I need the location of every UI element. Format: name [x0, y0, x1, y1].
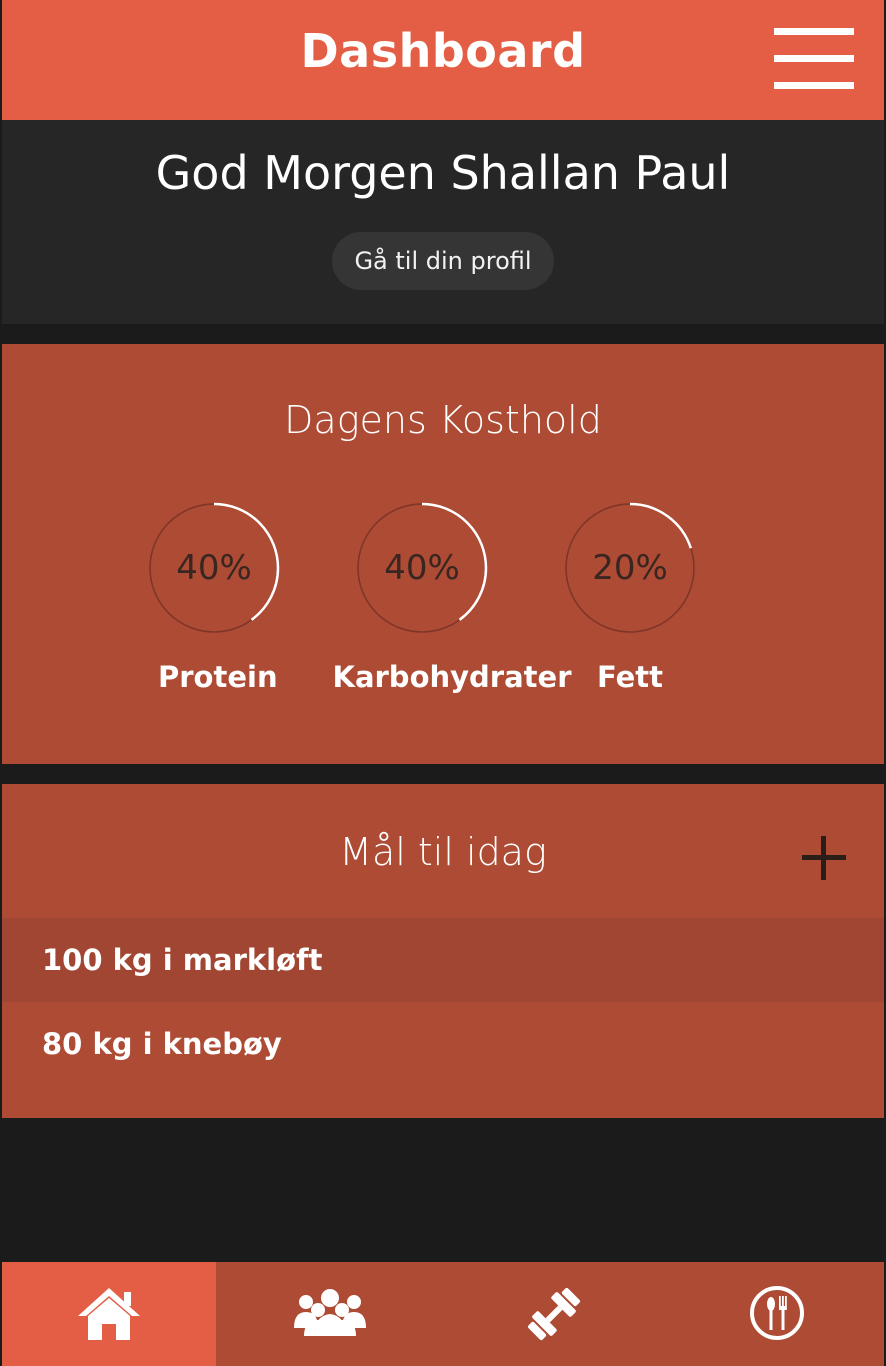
group-icon	[294, 1289, 366, 1336]
plus-icon[interactable]	[802, 836, 846, 880]
fat-percent: 20%	[592, 548, 668, 588]
protein-percent: 40%	[176, 548, 252, 588]
fat-label: Fett	[596, 660, 664, 694]
fat-ring: 20%	[564, 502, 696, 634]
diet-title: Dagens Kosthold	[284, 398, 602, 442]
goal-item[interactable]: 80 kg i knebøy	[2, 1002, 884, 1086]
app-frame: Dashboard God Morgen Shallan Paul Gå til…	[2, 0, 884, 1366]
nav-training[interactable]	[444, 1262, 658, 1366]
goal-item[interactable]: 100 kg i markløft	[2, 918, 884, 1002]
nav-community[interactable]	[216, 1262, 444, 1366]
hamburger-menu-icon[interactable]	[772, 28, 854, 92]
goals-title: Mål til idag	[339, 830, 547, 874]
nav-home[interactable]	[2, 1262, 216, 1366]
nav-diet[interactable]	[658, 1262, 884, 1366]
protein-ring: 40%	[148, 502, 280, 634]
carbs-percent: 40%	[384, 548, 460, 588]
utensils-icon	[750, 1286, 804, 1340]
carbs-ring: 40%	[356, 502, 488, 634]
page-title: Dashboard	[300, 24, 586, 78]
bottom-nav	[2, 1262, 884, 1366]
carbs-label: Karbohydrater	[332, 660, 572, 694]
protein-label: Protein	[158, 660, 278, 694]
greeting-title: God Morgen Shallan Paul	[155, 146, 731, 200]
home-icon	[78, 1288, 140, 1340]
dumbbell-icon	[527, 1287, 581, 1341]
profile-button[interactable]: Gå til din profil	[332, 232, 554, 290]
top-bar: Dashboard	[2, 0, 884, 120]
